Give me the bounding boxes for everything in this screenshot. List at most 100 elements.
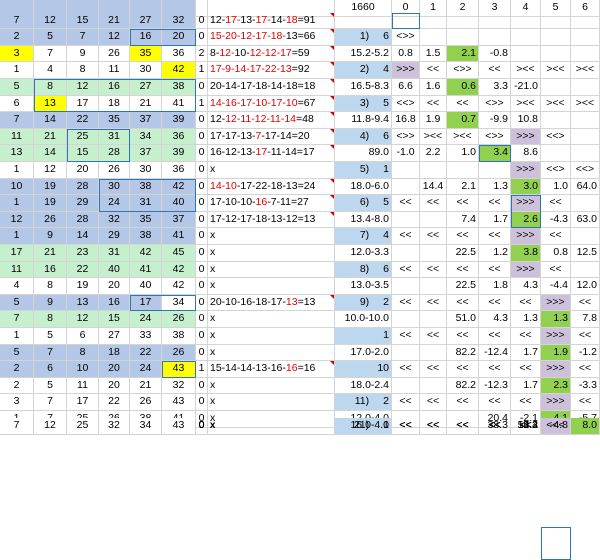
- value-cell[interactable]: 1.8: [479, 278, 511, 295]
- value-cell[interactable]: <<: [420, 95, 447, 113]
- number-cell[interactable]: 23: [67, 245, 99, 262]
- value-cell[interactable]: <<: [420, 294, 447, 312]
- value-cell[interactable]: 1.9: [541, 344, 571, 362]
- value-cell[interactable]: <<: [420, 195, 447, 212]
- label-cell[interactable]: 8) 6: [335, 261, 392, 279]
- value-cell[interactable]: >>>: [511, 162, 541, 179]
- value-cell[interactable]: <<: [511, 394, 541, 411]
- value-cell[interactable]: -4.8: [541, 418, 571, 435]
- value-cell[interactable]: [571, 12, 600, 30]
- sequence-cell[interactable]: x: [208, 344, 335, 362]
- range-cell[interactable]: 89.0: [335, 145, 392, 162]
- sequence-cell[interactable]: x: [208, 328, 335, 345]
- number-cell[interactable]: 19: [34, 178, 67, 196]
- number-cell[interactable]: 4: [0, 278, 34, 295]
- number-cell[interactable]: 35: [99, 112, 130, 129]
- number-cell[interactable]: 6: [34, 361, 67, 378]
- number-cell[interactable]: 12: [34, 162, 67, 179]
- number-cell[interactable]: 26: [99, 162, 130, 179]
- value-cell[interactable]: 12.0: [571, 278, 600, 295]
- number-cell[interactable]: 17: [67, 394, 99, 411]
- sequence-cell[interactable]: 16-12-13-17-11-14=17: [208, 145, 335, 162]
- value-cell[interactable]: >>>: [392, 62, 420, 79]
- value-cell[interactable]: <<: [541, 228, 571, 245]
- value-cell[interactable]: 1.0: [541, 178, 571, 196]
- value-cell[interactable]: -0.8: [479, 45, 511, 63]
- value-cell[interactable]: [541, 12, 571, 30]
- number-cell[interactable]: 20: [99, 278, 130, 295]
- value-cell[interactable]: <<: [447, 261, 479, 279]
- label-cell[interactable]: 1) 6: [335, 29, 392, 46]
- value-cell[interactable]: [420, 418, 447, 435]
- value-cell[interactable]: [571, 29, 600, 46]
- value-cell[interactable]: <>>: [392, 128, 420, 146]
- number-cell[interactable]: 1: [0, 162, 34, 179]
- value-cell[interactable]: [420, 211, 447, 229]
- value-cell[interactable]: <<: [420, 62, 447, 79]
- number-cell[interactable]: 11: [99, 62, 130, 79]
- range-cell[interactable]: 17.0-2.0: [335, 344, 392, 362]
- range-cell[interactable]: 18.0-6.0: [335, 178, 392, 196]
- value-cell[interactable]: [479, 12, 511, 30]
- value-cell[interactable]: ><<: [420, 128, 447, 146]
- count-cell[interactable]: 0: [196, 278, 208, 295]
- value-cell[interactable]: 0.8: [392, 45, 420, 63]
- number-cell[interactable]: 31: [99, 245, 130, 262]
- number-cell[interactable]: 42: [162, 278, 196, 295]
- value-cell[interactable]: <<: [479, 361, 511, 378]
- number-cell[interactable]: 41: [162, 228, 196, 245]
- number-cell[interactable]: 37: [130, 145, 162, 162]
- range-cell[interactable]: [335, 12, 392, 30]
- value-cell[interactable]: [541, 145, 571, 162]
- number-cell[interactable]: 26: [162, 311, 196, 328]
- number-cell[interactable]: 20: [67, 162, 99, 179]
- number-cell[interactable]: 30: [130, 62, 162, 79]
- value-cell[interactable]: 64.0: [571, 178, 600, 196]
- value-cell[interactable]: ><<: [541, 62, 571, 79]
- number-cell[interactable]: 12: [34, 418, 67, 435]
- number-cell[interactable]: 11: [0, 261, 34, 279]
- value-cell[interactable]: -12.3: [479, 377, 511, 395]
- count-cell[interactable]: 1: [196, 95, 208, 113]
- value-cell[interactable]: [541, 29, 571, 46]
- value-cell[interactable]: [571, 145, 600, 162]
- value-cell[interactable]: <<: [571, 361, 600, 378]
- sequence-cell[interactable]: 12-17-13-17-14-18=91: [208, 12, 335, 30]
- value-cell[interactable]: 1.3: [541, 311, 571, 328]
- value-cell[interactable]: >>>: [511, 261, 541, 279]
- value-cell[interactable]: <<: [420, 394, 447, 411]
- number-cell[interactable]: 26: [99, 45, 130, 63]
- label-cell[interactable]: 5) 1: [335, 162, 392, 179]
- value-cell[interactable]: 10.8: [511, 112, 541, 129]
- value-cell[interactable]: 1.7: [511, 344, 541, 362]
- number-cell[interactable]: 24: [130, 311, 162, 328]
- sequence-cell[interactable]: 17-10-10-16-7-11=27: [208, 195, 335, 212]
- number-cell[interactable]: 39: [162, 145, 196, 162]
- sequence-cell[interactable]: x: [208, 418, 335, 435]
- value-cell[interactable]: 14.4: [420, 178, 447, 196]
- value-cell[interactable]: 1.5: [420, 45, 447, 63]
- value-cell[interactable]: ><<: [447, 128, 479, 146]
- range-cell[interactable]: 11.8-9.4: [335, 112, 392, 129]
- value-cell[interactable]: <<: [447, 328, 479, 345]
- value-cell[interactable]: <<: [571, 394, 600, 411]
- number-cell[interactable]: 5: [34, 328, 67, 345]
- value-cell[interactable]: [420, 311, 447, 328]
- number-cell[interactable]: 45: [162, 245, 196, 262]
- number-cell[interactable]: 1: [0, 228, 34, 245]
- label-cell[interactable]: 10: [335, 361, 392, 378]
- value-cell[interactable]: 22.5: [447, 278, 479, 295]
- number-cell[interactable]: 15: [67, 12, 99, 30]
- number-cell[interactable]: 3: [0, 45, 34, 63]
- value-cell[interactable]: <<: [447, 195, 479, 212]
- count-cell[interactable]: 0: [196, 261, 208, 279]
- value-cell[interactable]: <<: [447, 95, 479, 113]
- value-cell[interactable]: <<: [541, 261, 571, 279]
- number-cell[interactable]: 1: [0, 328, 34, 345]
- value-cell[interactable]: <<>: [571, 162, 600, 179]
- value-cell[interactable]: 1.7: [479, 211, 511, 229]
- number-cell[interactable]: 36: [162, 45, 196, 63]
- number-cell[interactable]: 37: [130, 112, 162, 129]
- count-cell[interactable]: 0: [196, 294, 208, 312]
- number-cell[interactable]: 32: [99, 418, 130, 435]
